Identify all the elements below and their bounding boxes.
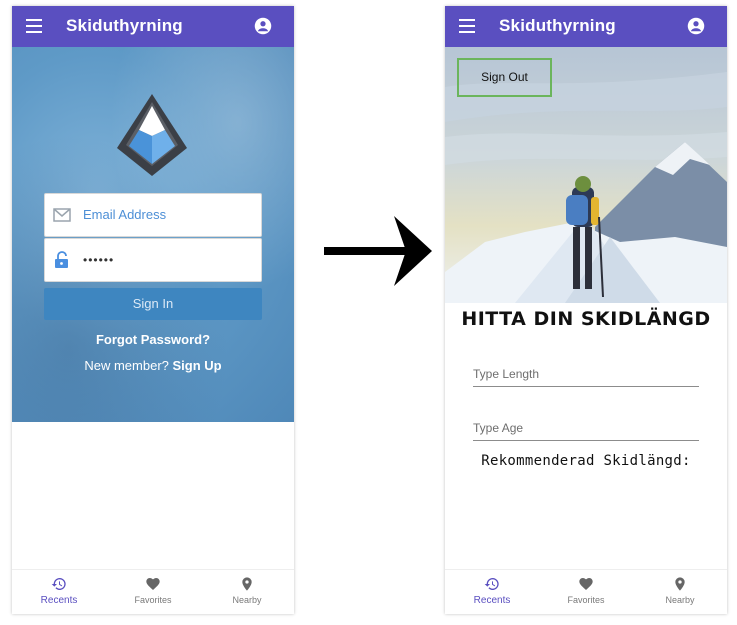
menu-icon[interactable] [26,19,42,33]
login-screen: Skiduthyrning Email Address •••••• Sign … [12,6,294,614]
ski-length-screen: Skiduthyrning Sign Out HITTA DIN SKIDLÄN… [445,6,727,614]
heart-icon [146,578,160,590]
arrow-right-icon [324,216,432,286]
app-title: Skiduthyrning [499,16,616,35]
nav-recents-label: Recents [473,595,511,606]
app-bar: Skiduthyrning [445,6,727,47]
nav-favorites-label: Favorites [134,595,172,605]
account-circle-icon[interactable] [254,17,272,35]
history-icon [484,578,499,590]
bottom-navigation: Recents Favorites Nearby [12,569,294,614]
location-pin-icon [242,577,252,591]
forgot-password-link[interactable]: Forgot Password? [12,332,294,347]
location-pin-icon [675,577,685,591]
app-logo [117,94,187,176]
age-placeholder: Type Age [473,421,524,435]
nav-recents[interactable]: Recents [24,576,94,606]
nav-recents-label: Recents [40,595,78,606]
history-icon [51,578,66,590]
nav-nearby-label: Nearby [232,595,262,605]
sign-up-link[interactable]: Sign Up [173,358,222,373]
new-member-text: New member? Sign Up [12,358,294,373]
sign-in-button[interactable]: Sign In [44,288,262,320]
password-value: •••••• [83,253,115,267]
email-icon [53,208,71,222]
heart-icon [579,578,593,590]
nav-favorites[interactable]: Favorites [551,576,621,605]
menu-icon[interactable] [459,19,475,33]
email-field[interactable]: Email Address [44,193,262,237]
recommended-length-label: Rekommenderad Skidlängd: [481,453,691,469]
age-input[interactable]: Type Age [473,418,699,441]
password-field[interactable]: •••••• [44,238,262,282]
app-bar: Skiduthyrning [12,6,294,47]
app-title: Skiduthyrning [66,16,183,35]
new-member-label: New member? [84,358,169,373]
nav-favorites[interactable]: Favorites [118,576,188,605]
sign-out-button[interactable]: Sign Out [457,58,552,97]
bottom-navigation: Recents Favorites Nearby [445,569,727,614]
nav-nearby[interactable]: Nearby [212,576,282,605]
page-headline: HITTA DIN SKIDLÄNGD [461,308,711,330]
lock-open-icon [55,251,68,268]
account-circle-icon[interactable] [687,17,705,35]
nav-nearby-label: Nearby [665,595,695,605]
nav-recents[interactable]: Recents [457,576,527,606]
nav-favorites-label: Favorites [567,595,605,605]
length-placeholder: Type Length [473,367,540,381]
email-placeholder: Email Address [83,207,167,222]
length-input[interactable]: Type Length [473,364,699,387]
nav-nearby[interactable]: Nearby [645,576,715,605]
